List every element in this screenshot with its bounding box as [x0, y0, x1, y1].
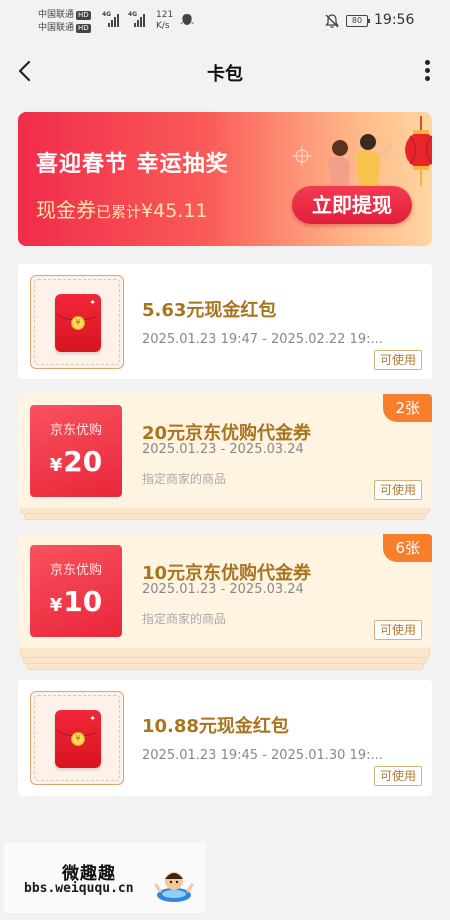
bell-off-icon	[325, 14, 339, 28]
coin-icon: ¥	[71, 316, 85, 330]
card-title: 5.63元现金红包	[142, 300, 277, 321]
banner-cash-summary: 现金券已累计¥45.11	[36, 194, 208, 223]
watermark-url: bbs.weiququ.cn	[24, 881, 134, 896]
available-tag: 可使用	[373, 480, 422, 500]
coupon-value: 10	[63, 585, 103, 618]
signal-icon	[134, 13, 145, 27]
currency-symbol: ¥	[49, 595, 63, 616]
page-title: 卡包	[207, 64, 243, 85]
status-bar: 中国联通 HD 中国联通 HD 4G 4G 121 K/s 80 19:56	[0, 0, 450, 42]
hd-badge: HD	[76, 11, 91, 20]
coupon-value: 20	[63, 445, 103, 478]
coupon-brand: 京东优购	[49, 423, 102, 438]
signal-icon	[108, 13, 119, 27]
hd-badge: HD	[76, 24, 91, 33]
battery-icon: 80	[346, 15, 370, 27]
banner-title: 喜迎春节 幸运抽奖	[36, 152, 229, 177]
red-packet-thumbnail: ✦ ¥	[30, 275, 124, 369]
coupon-face-value: ¥20	[30, 445, 122, 478]
cash-coupon-label: 现金券	[36, 198, 96, 222]
coupon-brand: 京东优购	[49, 563, 102, 578]
red-packet-card[interactable]: ✦ ¥ 5.63元现金红包 2025.01.23 19:47 - 2025.02…	[18, 264, 432, 379]
bird-icon	[180, 14, 194, 25]
withdraw-button[interactable]: 立即提现	[292, 186, 412, 224]
coupon-thumbnail: 京东优购 ¥20	[30, 405, 122, 497]
lottery-banner[interactable]: 喜迎春节 幸运抽奖 现金券已累计¥45.11 立即提现	[18, 112, 432, 246]
coin-icon: ¥	[71, 732, 85, 746]
carrier-2-label: 中国联通	[38, 23, 75, 33]
accumulated-amount: ¥45.11	[141, 200, 208, 222]
coupon-face-value: ¥10	[30, 585, 122, 618]
coupon-card[interactable]: 京东优购 ¥10 10元京东优购代金券 2025.01.23 - 2025.03…	[18, 534, 432, 648]
carrier-2: 中国联通 HD	[38, 23, 91, 34]
red-packet-icon: ✦ ¥	[55, 294, 101, 352]
currency-symbol: ¥	[49, 455, 63, 476]
available-tag: 可使用	[373, 620, 422, 640]
carrier-1-label: 中国联通	[38, 10, 75, 20]
coupon-thumbnail: 京东优购 ¥10	[30, 545, 122, 637]
available-tag: 可使用	[373, 350, 422, 370]
accumulated-label: 已累计	[96, 203, 142, 221]
clock: 19:56	[374, 12, 415, 28]
card-validity: 2025.01.23 - 2025.03.24	[142, 442, 304, 457]
count-badge: 6张	[383, 534, 432, 562]
card-scope-note: 指定商家的商品	[142, 612, 227, 626]
available-tag: 可使用	[373, 766, 422, 786]
card-scope-note: 指定商家的商品	[142, 472, 227, 486]
red-packet-icon: ✦ ¥	[55, 710, 101, 768]
count-badge: 2张	[383, 394, 432, 422]
card-validity: 2025.01.23 - 2025.03.24	[142, 582, 304, 597]
net-speed-value: 121	[156, 10, 174, 20]
card-validity: 2025.01.23 19:45 - 2025.01.30 19:...	[142, 748, 383, 763]
card-title: 10.88元现金红包	[142, 716, 289, 737]
mascot-icon	[154, 872, 194, 902]
watermark: 微趣趣 bbs.weiququ.cn	[4, 843, 206, 913]
red-packet-thumbnail: ✦ ¥	[30, 691, 124, 785]
net-speed: 121 K/s	[156, 10, 173, 32]
carrier-1: 中国联通 HD	[38, 10, 91, 21]
net-speed-unit: K/s	[156, 21, 170, 31]
red-packet-card[interactable]: ✦ ¥ 10.88元现金红包 2025.01.23 19:45 - 2025.0…	[18, 680, 432, 796]
card-validity: 2025.01.23 19:47 - 2025.02.22 19:...	[142, 332, 383, 347]
coupon-card[interactable]: 京东优购 ¥20 20元京东优购代金券 2025.01.23 - 2025.03…	[18, 394, 432, 508]
nav-bar: 卡包	[0, 46, 450, 98]
more-vertical-icon[interactable]	[420, 60, 434, 84]
